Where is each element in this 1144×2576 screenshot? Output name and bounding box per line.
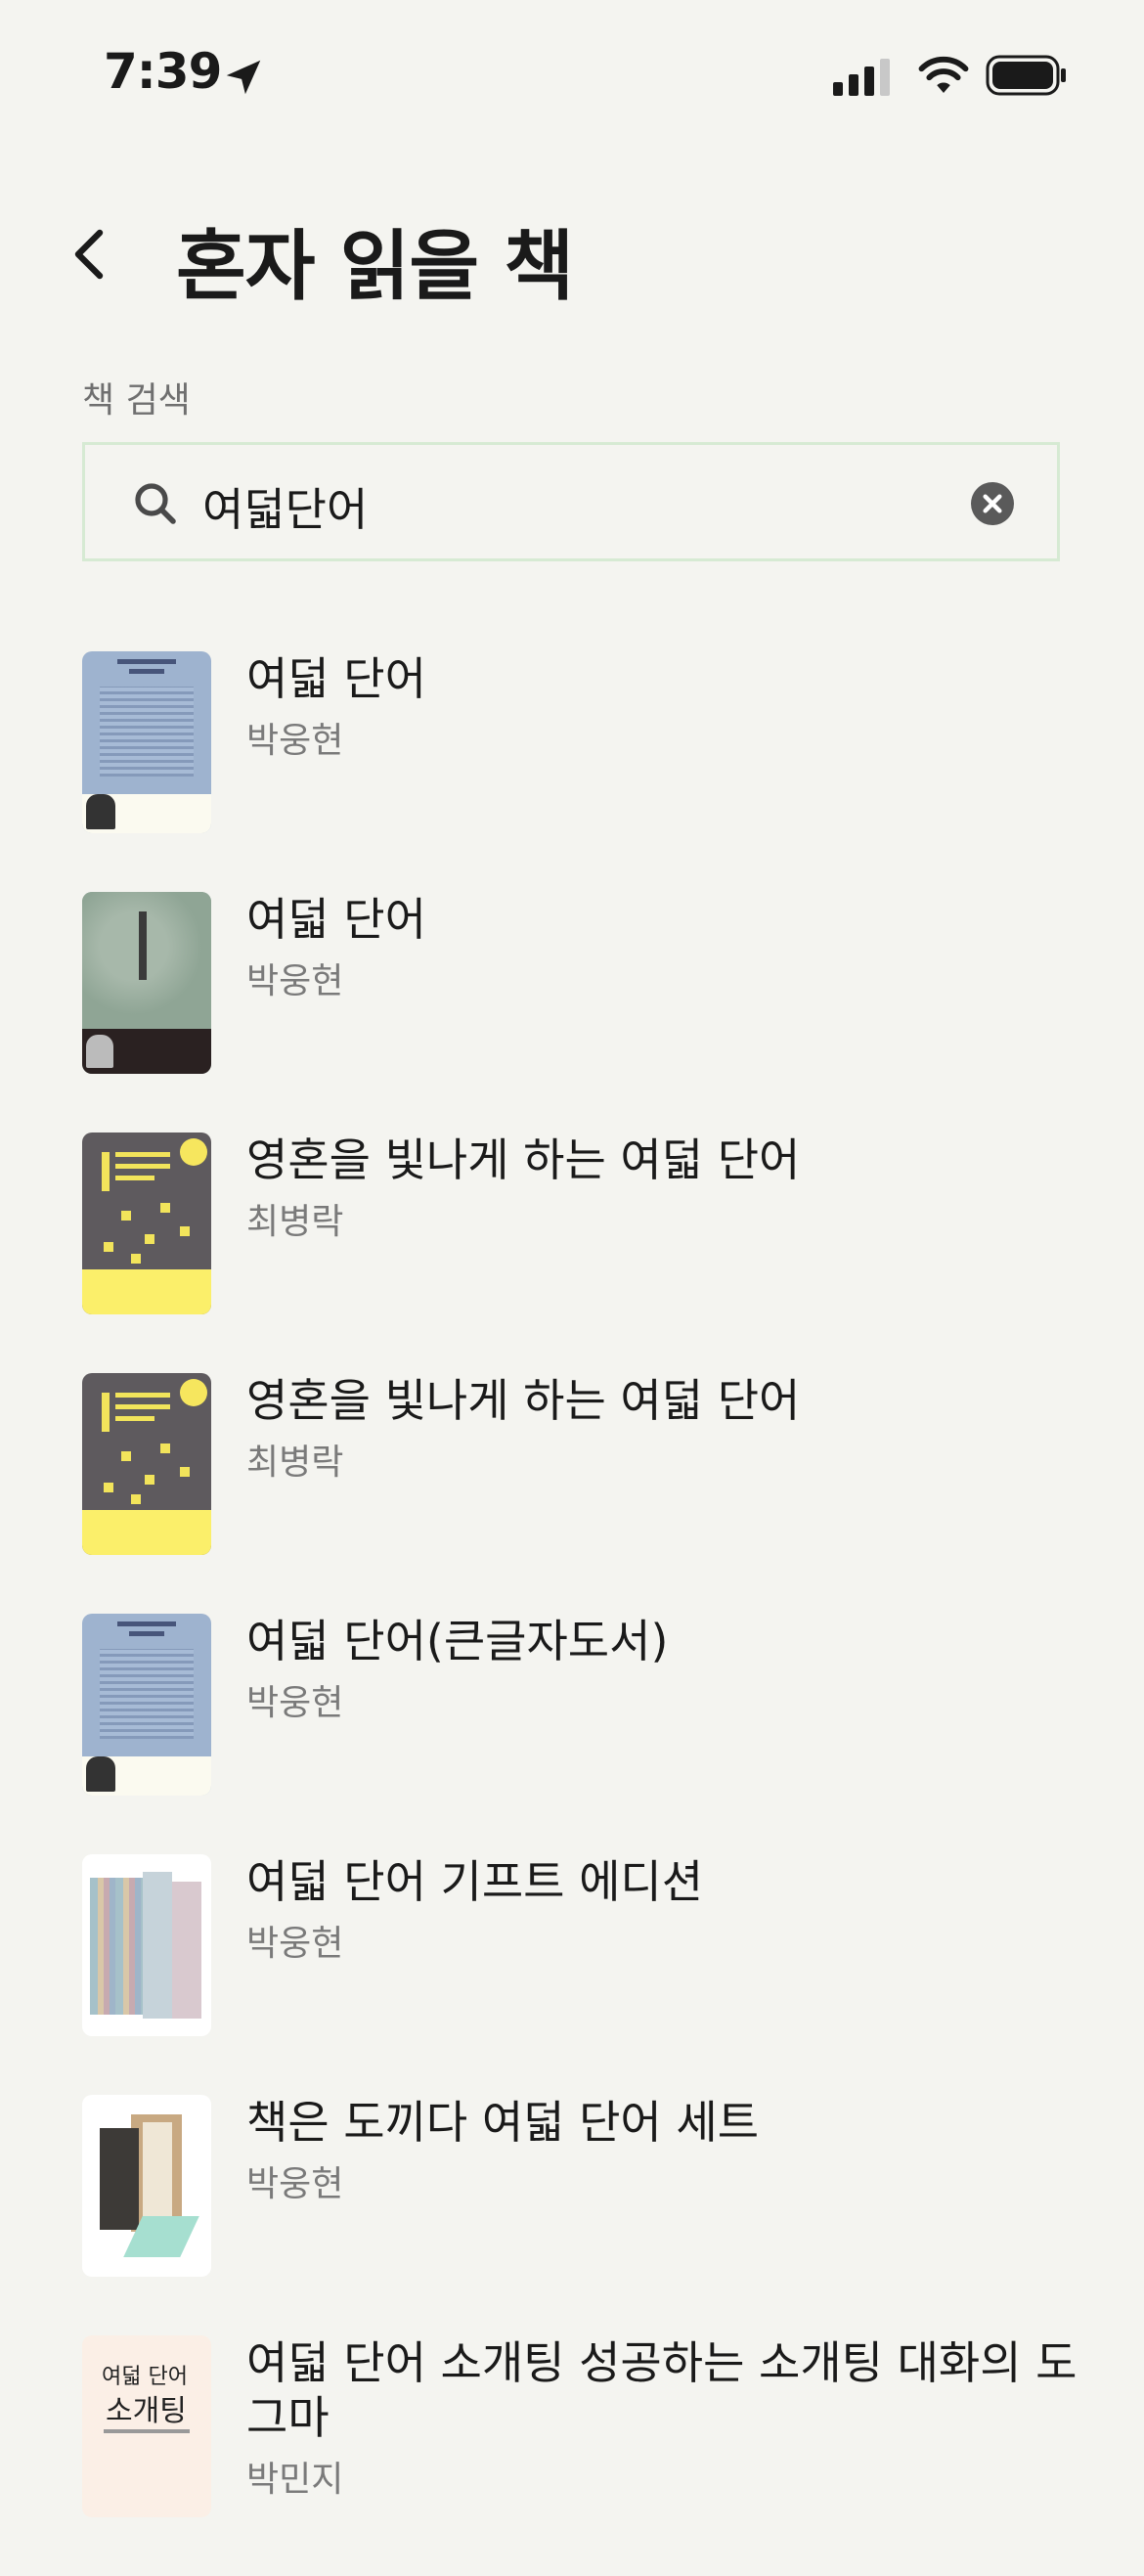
book-author: 박웅현 bbox=[246, 1683, 344, 1723]
book-title: 책은 도끼다 여덟 단어 세트 bbox=[246, 2096, 760, 2149]
book-cover bbox=[82, 651, 211, 833]
cellular-signal-icon bbox=[833, 59, 890, 96]
search-results-list: 여덟 단어 박웅현 여덟 단어 박웅현 영혼을 빛나게 하는 여덟 단어 최병락… bbox=[82, 651, 1099, 2576]
book-cover bbox=[82, 1373, 211, 1555]
book-title: 여덟 단어 bbox=[246, 652, 426, 705]
book-cover: 여덟 단어 소개팅 bbox=[82, 2335, 211, 2517]
search-label: 책 검색 bbox=[82, 380, 191, 421]
cover-text-line-2: 소개팅 bbox=[106, 2394, 187, 2428]
book-result-item[interactable]: 영혼을 빛나게 하는 여덟 단어 최병락 bbox=[82, 1133, 1099, 1373]
wifi-icon bbox=[918, 56, 969, 93]
book-author: 최병락 bbox=[246, 1202, 344, 1242]
book-result-item[interactable]: 여덟 단어(큰글자도서) 박웅현 bbox=[82, 1614, 1099, 1854]
book-result-item[interactable]: 여덟 단어 박웅현 bbox=[82, 892, 1099, 1133]
search-icon bbox=[135, 483, 176, 524]
book-cover bbox=[82, 1614, 211, 1796]
back-chevron-icon[interactable] bbox=[61, 223, 123, 286]
book-result-item[interactable]: 여덟 단어 소개팅 여덟 단어 소개팅 성공하는 소개팅 대화의 도그마 박민지 bbox=[82, 2335, 1099, 2576]
book-author: 박웅현 bbox=[246, 1924, 344, 1964]
page-title: 혼자 읽을 책 bbox=[176, 223, 574, 311]
book-cover bbox=[82, 892, 211, 1074]
search-input[interactable]: 여덟단어 bbox=[82, 442, 1060, 561]
book-author: 박웅현 bbox=[246, 2164, 344, 2204]
search-value[interactable]: 여덟단어 bbox=[202, 474, 368, 539]
book-title: 영혼을 빛나게 하는 여덟 단어 bbox=[246, 1133, 801, 1186]
book-result-item[interactable]: 여덟 단어 기프트 에디션 박웅현 bbox=[82, 1854, 1099, 2095]
book-author: 박민지 bbox=[246, 2460, 344, 2500]
book-author: 박웅현 bbox=[246, 961, 344, 1001]
location-arrow-icon bbox=[226, 60, 261, 95]
book-title: 여덟 단어 소개팅 성공하는 소개팅 대화의 도그마 bbox=[246, 2336, 1078, 2444]
book-cover bbox=[82, 2095, 211, 2277]
book-cover bbox=[82, 1133, 211, 1314]
battery-icon bbox=[986, 55, 1066, 96]
book-cover bbox=[82, 1854, 211, 2036]
status-time: 7:39 bbox=[104, 43, 222, 100]
book-author: 최병락 bbox=[246, 1443, 344, 1483]
book-result-item[interactable]: 영혼을 빛나게 하는 여덟 단어 최병락 bbox=[82, 1373, 1099, 1614]
book-title: 여덟 단어(큰글자도서) bbox=[246, 1615, 669, 1667]
book-title: 영혼을 빛나게 하는 여덟 단어 bbox=[246, 1374, 801, 1427]
status-bar: 7:39 bbox=[0, 0, 1144, 147]
book-author: 박웅현 bbox=[246, 721, 344, 761]
clear-search-icon[interactable] bbox=[971, 482, 1014, 525]
book-title: 여덟 단어 기프트 에디션 bbox=[246, 1855, 704, 1908]
book-title: 여덟 단어 bbox=[246, 893, 426, 946]
book-result-item[interactable]: 여덟 단어 박웅현 bbox=[82, 651, 1099, 892]
book-result-item[interactable]: 책은 도끼다 여덟 단어 세트 박웅현 bbox=[82, 2095, 1099, 2335]
